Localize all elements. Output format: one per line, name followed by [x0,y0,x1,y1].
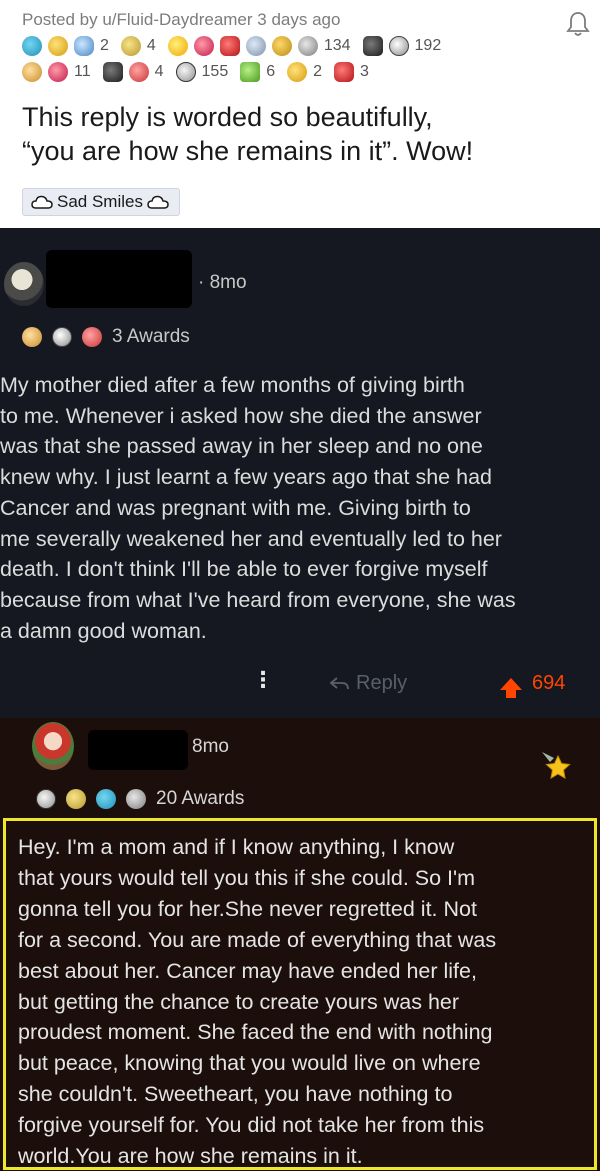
award-count: 11 [74,63,91,80]
green-triangle-award-icon [240,62,261,82]
redacted-username [88,730,188,770]
comment-line: world.You are how she remains in it. [18,1144,363,1169]
comment-line: but getting the chance to create yours w… [18,989,460,1014]
award-count: 192 [414,37,442,54]
comment-line: gonna tell you for her.She never regrett… [18,896,477,921]
silver-hand-award-icon [245,36,266,56]
tv-award-icon [102,62,123,82]
hands-award-icon [128,62,149,82]
more-options-icon[interactable]: ⋮ [252,670,274,692]
award-count: 155 [201,63,229,80]
post-meta[interactable]: Posted by u/Fluid-Daydreamer 3 days ago [22,10,340,30]
comment-body: Hey. I'm a mom and if I know anything, I… [18,832,600,1171]
comment-line: to me. Whenever i asked how she died the… [0,403,482,428]
comment-line: for a second. You are made of everything… [18,927,497,952]
comment-line: Cancer and was pregnant with me. Giving … [0,495,471,520]
award-count: 3 [360,63,369,80]
blue-orb-award-icon [22,36,42,56]
wholesome-face-award-icon [52,327,72,347]
comment-line: Hey. I'm a mom and if I know anything, I… [18,835,455,859]
gold-shield-award-icon [66,789,86,809]
reply-button[interactable]: Reply [330,672,407,695]
yellow-face-award-icon [48,36,68,56]
comment-line: that yours would tell you this if she co… [18,865,476,890]
sparkle-award-icon [271,36,292,56]
reply-label: Reply [356,672,408,694]
post-awards-row-2[interactable]: 11 4 155 6 2 3 [22,62,375,82]
comment-line: she couldn't. Sweetheart, you have nothi… [18,1082,453,1107]
silver-s-award-icon [36,789,56,809]
award-count: 4 [154,63,164,80]
pink-heart-award-icon [48,62,68,82]
smile-bubble-award-icon [388,36,409,56]
comment-line: a damn good woman. [0,618,207,643]
awards-count-label: 20 Awards [156,788,245,809]
star-face-award-icon [167,36,188,56]
comment-line: but peace, knowing that you would live o… [18,1051,481,1076]
hands-award-icon [82,327,102,347]
bubble-award-icon [74,36,94,56]
awards-count-label: 3 Awards [112,326,190,347]
gold-shield-award-icon [120,36,141,56]
avatar[interactable] [32,722,74,770]
award-count: 6 [266,63,276,80]
blue-orb-award-icon [96,789,116,809]
post-title-line: “you are how she remains in it”. Wow! [22,136,474,166]
comment-line: knew why. I just learnt a few years ago … [0,465,492,490]
black-creature-award-icon [362,36,383,56]
red-creature-award-icon [219,36,240,56]
comment-line: was that she passed away in her sleep an… [0,434,483,459]
redacted-username [46,250,192,308]
avatar[interactable] [4,262,44,306]
comment-timestamp: 8mo [192,736,229,757]
comment-awards[interactable]: 3 Awards [22,326,190,348]
reply-icon [330,676,349,689]
comment-line: My mother died after a few months of giv… [0,373,465,397]
heart-face-award-icon [193,36,214,56]
comment-line: forgive yourself for. You did not take h… [18,1113,485,1138]
award-count: 134 [323,37,351,54]
comment-line: proudest moment. She faced the end with … [18,1020,493,1045]
comment-line: because from what I've heard from everyo… [0,587,516,612]
post-title-line: This reply is worded so beautifully, [22,102,433,132]
post-title[interactable]: This reply is worded so beautifully, “yo… [22,100,582,168]
comment-awards[interactable]: 20 Awards [36,788,244,810]
gold-person-award-icon [22,327,42,347]
silver-s-award-icon [175,62,196,82]
upvote-arrow-icon [500,677,522,698]
gray-face-award-icon [126,789,146,809]
cloud-icon [147,195,169,209]
comment-body: My mother died after a few months of giv… [0,370,600,646]
flair-label: Sad Smiles [57,192,143,211]
award-count: 2 [100,37,109,54]
score: 694 [532,672,566,694]
gray-face-award-icon [297,36,318,56]
comment-actions: ⋮ Reply 694 [0,666,600,706]
award-count: 4 [146,37,156,54]
cloud-icon [31,195,53,209]
bell-icon[interactable] [566,10,590,38]
gold-coin-award-icon [287,62,308,82]
upvote-button[interactable]: 694 [500,672,566,698]
red-face-award-icon [334,62,355,82]
comment-line: death. I don't think I'll be able to eve… [0,557,488,582]
post-awards-row-1[interactable]: 2 4 134 192 [22,36,447,56]
comment-line: best about her. Cancer may have ended he… [18,958,477,983]
award-count: 2 [313,63,323,80]
post-flair[interactable]: Sad Smiles [22,188,180,216]
angel-award-icon [22,62,42,82]
comment-line: me severally weakened her and eventually… [0,526,502,551]
award-star-icon[interactable] [540,748,576,784]
post-header: Posted by u/Fluid-Daydreamer 3 days ago … [0,0,600,228]
comment-timestamp: · 8mo [198,272,247,293]
